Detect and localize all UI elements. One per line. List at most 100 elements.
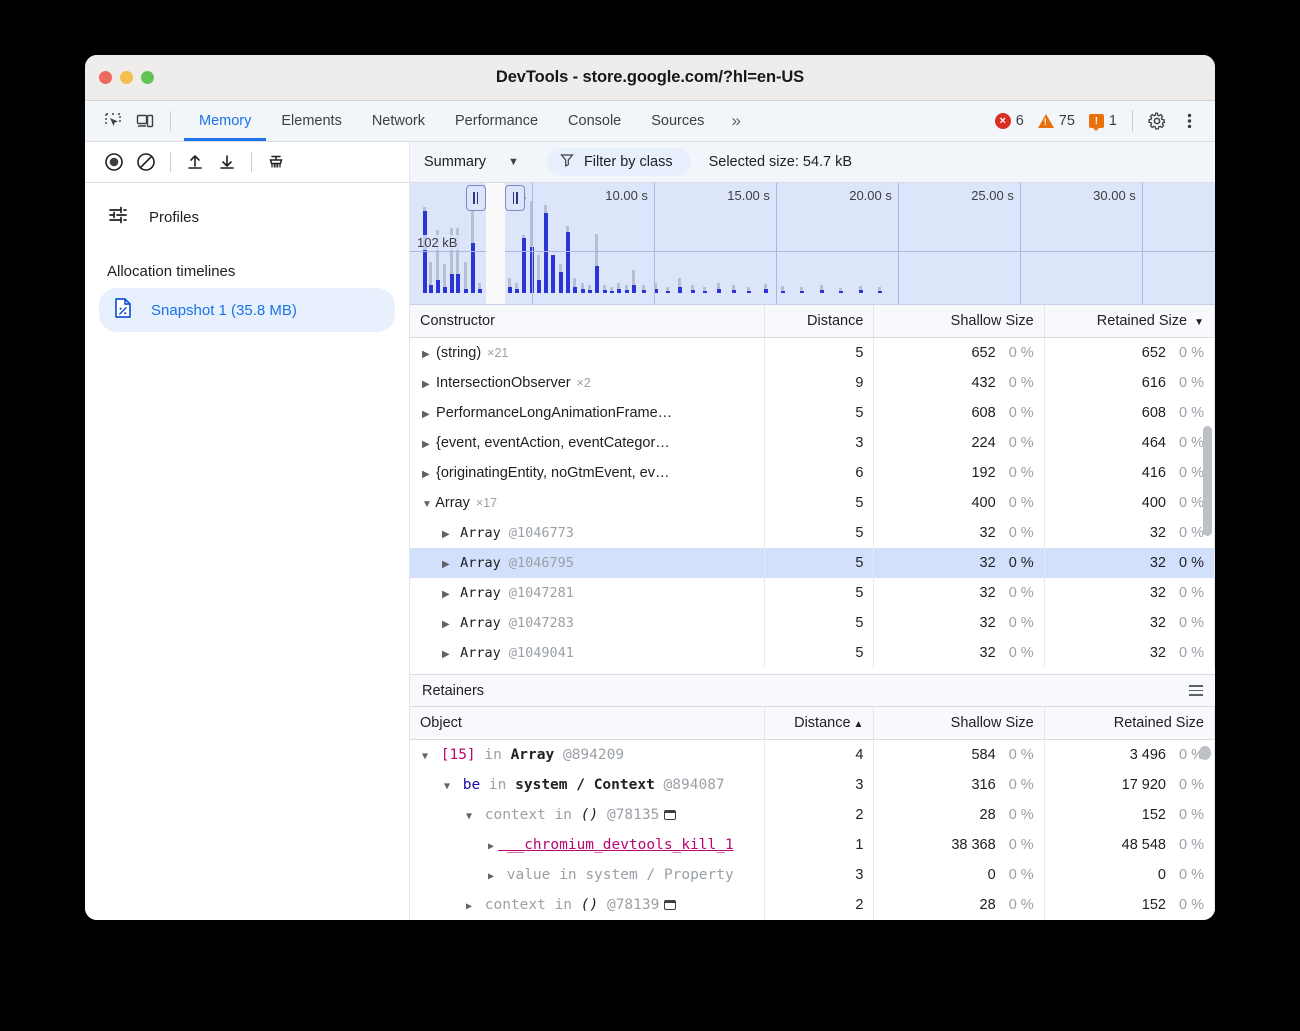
expand-triangle-icon[interactable]: [442, 529, 452, 540]
warning-count-badge[interactable]: 75: [1033, 113, 1080, 129]
table-row[interactable]: be in system / Context @89408733160 %17 …: [410, 770, 1215, 800]
window-object-icon: [664, 810, 676, 820]
column-header-shallow-size[interactable]: Shallow Size: [874, 305, 1044, 338]
sidebar-item-snapshot-1[interactable]: Snapshot 1 (35.8 MB): [99, 288, 395, 332]
table-row[interactable]: [15] in Array @89420945840 %3 4960 %: [410, 740, 1215, 770]
expand-triangle-icon[interactable]: [422, 409, 432, 420]
hamburger-menu-icon[interactable]: [1189, 685, 1203, 696]
expand-triangle-icon[interactable]: [422, 439, 432, 450]
allocation-timeline-overview[interactable]: 102 kB 5.00 s10.00 s15.00 s20.00 s25.00 …: [410, 183, 1215, 305]
error-count: 6: [1016, 113, 1024, 129]
load-profile-icon[interactable]: [180, 148, 210, 176]
constructor-cell: {originatingEntity, noGtmEvent, ev…: [410, 458, 765, 488]
view-mode-select[interactable]: Summary ▼: [424, 154, 525, 170]
column-header-distance[interactable]: Distance: [765, 305, 874, 338]
record-heap-snapshot-icon[interactable]: [99, 148, 129, 176]
column-header-retained-size[interactable]: Retained Size ▼: [1044, 305, 1214, 338]
kebab-menu-icon[interactable]: [1175, 108, 1203, 134]
table-row[interactable]: (string)×2156520 %6520 %: [410, 338, 1215, 368]
minimize-window-button[interactable]: [120, 71, 133, 84]
error-count-badge[interactable]: × 6: [990, 113, 1029, 129]
distance-cell: 2: [765, 800, 874, 830]
sidebar-item-profiles[interactable]: Profiles: [85, 195, 409, 239]
expand-triangle-icon[interactable]: [488, 871, 498, 882]
overview-bar: [573, 287, 577, 293]
constructors-scroll-area[interactable]: (string)×2156520 %6520 % IntersectionObs…: [410, 338, 1215, 674]
table-row[interactable]: context in () @781352280 %1520 %: [410, 800, 1215, 830]
clear-all-icon[interactable]: [131, 148, 161, 176]
save-profile-icon[interactable]: [212, 148, 242, 176]
table-row[interactable]: IntersectionObserver×294320 %6160 %: [410, 368, 1215, 398]
collapse-triangle-icon[interactable]: [422, 751, 432, 762]
tab-elements[interactable]: Elements: [266, 101, 356, 141]
collapse-triangle-icon[interactable]: [466, 811, 476, 822]
toolbar-divider-3: [251, 152, 252, 172]
expand-triangle-icon[interactable]: [442, 649, 452, 660]
window-controls[interactable]: [85, 71, 154, 84]
collect-garbage-icon[interactable]: [261, 148, 291, 176]
overview-bar: [450, 274, 454, 293]
table-row[interactable]: Array @10472815320 %320 %: [410, 578, 1215, 608]
expand-triangle-icon[interactable]: [422, 469, 432, 480]
table-row[interactable]: Array @10490415320 %320 %: [410, 638, 1215, 668]
constructors-scrollbar-thumb[interactable]: [1203, 426, 1212, 536]
gear-icon[interactable]: [1143, 108, 1171, 134]
table-row[interactable]: {event, eventAction, eventCategor…32240 …: [410, 428, 1215, 458]
overview-tick-label: 20.00 s: [849, 188, 898, 203]
issue-count-badge[interactable]: ! 1: [1084, 113, 1122, 129]
overview-selection-window[interactable]: [486, 183, 506, 304]
expand-triangle-icon[interactable]: [442, 619, 452, 630]
overview-bar: [522, 238, 526, 293]
table-row[interactable]: {originatingEntity, noGtmEvent, ev…61920…: [410, 458, 1215, 488]
column-header-object[interactable]: Object: [410, 707, 765, 740]
table-row[interactable]: context in () @781392280 %1520 %: [410, 890, 1215, 920]
device-toolbar-icon[interactable]: [131, 108, 159, 134]
constructor-name: {originatingEntity, noGtmEvent, ev…: [432, 465, 670, 481]
retainers-title: Retainers: [422, 683, 484, 699]
overview-selection-handle-right[interactable]: [505, 185, 525, 211]
retainers-scroll-area[interactable]: [15] in Array @89420945840 %3 4960 % be …: [410, 740, 1215, 920]
expand-triangle-icon[interactable]: [422, 349, 432, 360]
inspect-element-icon[interactable]: [99, 108, 127, 134]
tab-network[interactable]: Network: [357, 101, 440, 141]
table-row[interactable]: value in system / Property300 %00 %: [410, 860, 1215, 890]
column-header-constructor[interactable]: Constructor: [410, 305, 765, 338]
expand-triangle-icon[interactable]: [442, 589, 452, 600]
percent-value: 0 %: [1166, 495, 1204, 511]
tab-console[interactable]: Console: [553, 101, 636, 141]
maximize-window-button[interactable]: [141, 71, 154, 84]
memory-main: 102 kB 5.00 s10.00 s15.00 s20.00 s25.00 …: [410, 183, 1215, 920]
tab-sources[interactable]: Sources: [636, 101, 719, 141]
overview-bar: [603, 290, 607, 293]
expand-triangle-icon[interactable]: [488, 841, 498, 852]
close-window-button[interactable]: [99, 71, 112, 84]
window-object-icon: [664, 900, 676, 910]
table-row[interactable]: Array @10467735320 %320 %: [410, 518, 1215, 548]
percent-value: 0 %: [996, 777, 1034, 793]
expand-triangle-icon[interactable]: [442, 559, 452, 570]
table-row[interactable]: Array×1754000 %4000 %: [410, 488, 1215, 518]
overview-bar: [478, 289, 482, 293]
overview-tick-label: 15.00 s: [727, 188, 776, 203]
column-header-retainer-distance[interactable]: Distance▲: [765, 707, 874, 740]
percent-value: 0 %: [1166, 645, 1204, 661]
table-row[interactable]: Array @10472835320 %320 %: [410, 608, 1215, 638]
tab-performance[interactable]: Performance: [440, 101, 553, 141]
expand-triangle-icon[interactable]: [466, 901, 476, 912]
overview-gridline: [898, 183, 899, 304]
constructor-name: IntersectionObserver: [432, 375, 571, 391]
constructor-cell: Array @1049041: [410, 638, 765, 668]
retainers-scrollbar-thumb[interactable]: [1199, 746, 1211, 760]
table-row[interactable]: PerformanceLongAnimationFrame…56080 %608…: [410, 398, 1215, 428]
column-header-retainer-shallow-size[interactable]: Shallow Size: [874, 707, 1044, 740]
table-row[interactable]: Array @10467955320 %320 %: [410, 548, 1215, 578]
tab-memory[interactable]: Memory: [184, 101, 266, 141]
collapse-triangle-icon[interactable]: [422, 499, 432, 510]
more-tabs-icon[interactable]: »: [719, 101, 752, 141]
expand-triangle-icon[interactable]: [422, 379, 432, 390]
collapse-triangle-icon[interactable]: [444, 781, 454, 792]
class-filter-input[interactable]: Filter by class: [547, 148, 691, 176]
overview-selection-handle-left[interactable]: [466, 185, 486, 211]
table-row[interactable]: __chromium_devtools_kill_1138 3680 %48 5…: [410, 830, 1215, 860]
column-header-retainer-retained-size[interactable]: Retained Size: [1044, 707, 1214, 740]
